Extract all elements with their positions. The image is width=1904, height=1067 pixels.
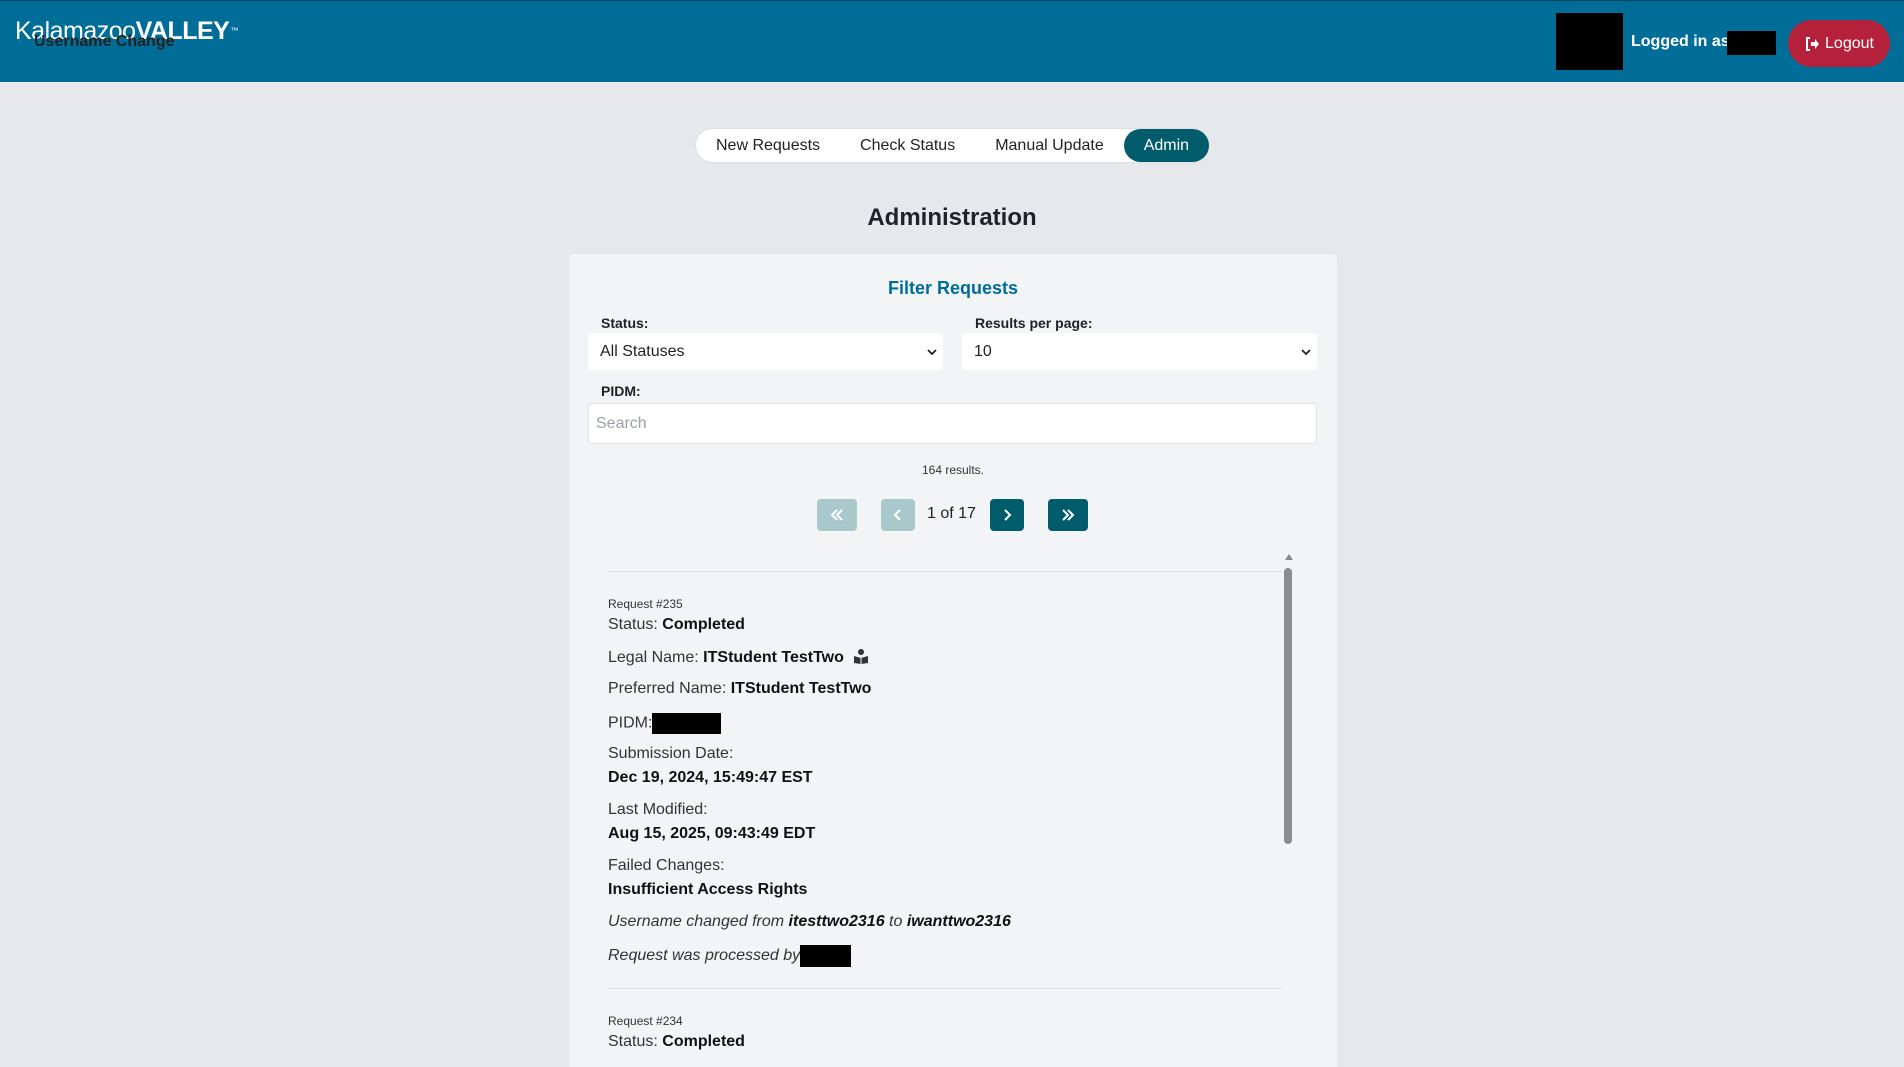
per-page-label: Results per page: — [975, 315, 1093, 331]
double-chevron-right-icon — [1062, 509, 1075, 521]
processed-by-label: Request was processed by — [608, 947, 801, 965]
submission-date: Dec 19, 2024, 15:49:47 EST — [608, 769, 813, 787]
legal-name-label: Legal Name: — [608, 649, 699, 666]
tab-check-status[interactable]: Check Status — [840, 129, 975, 162]
top-header: KalamazooVALLEY™ Username Change Logged … — [0, 0, 1904, 82]
last-modified: Aug 15, 2025, 09:43:49 EDT — [608, 825, 815, 843]
tab-new-requests[interactable]: New Requests — [696, 129, 840, 162]
status-field-label: Status: — [608, 616, 658, 633]
preferred-name-value: ITStudent TestTwo — [730, 680, 872, 697]
request-pidm: PIDM: — [608, 713, 722, 734]
chevron-down-icon — [927, 349, 937, 356]
last-modified-value: Aug 15, 2025, 09:43:49 EDT — [608, 825, 816, 842]
status-select[interactable]: All Statuses — [588, 333, 943, 370]
preferred-name-label: Preferred Name: — [608, 680, 727, 697]
new-username: iwanttwo2316 — [906, 913, 1011, 930]
tab-admin[interactable]: Admin — [1123, 129, 1210, 162]
app-subtitle: Username Change — [34, 33, 175, 50]
tab-manual-update[interactable]: Manual Update — [975, 129, 1124, 162]
list-divider — [608, 988, 1282, 989]
request-status: Status: Completed — [608, 1033, 745, 1051]
logout-button[interactable]: Logout — [1788, 20, 1890, 67]
pidm-label: PIDM: — [601, 383, 641, 399]
username-change-note: Username changed from itesttwo2316 to iw… — [608, 913, 1011, 931]
request-preferred-name: Preferred Name: ITStudent TestTwo — [608, 680, 871, 698]
first-page-button[interactable] — [817, 499, 857, 531]
user-avatar-redacted — [1556, 13, 1623, 70]
list-scrollbar[interactable] — [1284, 568, 1292, 844]
chevron-right-icon — [1004, 509, 1012, 521]
request-number: Request #234 — [608, 1014, 683, 1028]
status-value: Completed — [662, 1033, 745, 1050]
request-legal-name: Legal Name: ITStudent TestTwo — [608, 648, 870, 667]
scroll-up-arrow-icon[interactable] — [1285, 554, 1293, 560]
change-mid: to — [889, 913, 903, 930]
pidm-field-label: PIDM: — [608, 714, 653, 732]
processor-redacted — [800, 945, 852, 967]
filter-title: Filter Requests — [887, 278, 1019, 298]
filter-card: Filter Requests Status: All Statuses Res… — [569, 254, 1337, 1067]
status-select-value: All Statuses — [600, 343, 685, 360]
logout-label: Logout — [1825, 34, 1874, 52]
processed-by-note: Request was processed by — [608, 945, 852, 967]
request-number: Request #235 — [608, 597, 683, 611]
sign-out-icon — [1806, 36, 1820, 51]
page-indicator: 1 of 17 — [927, 505, 976, 522]
old-username: itesttwo2316 — [788, 913, 885, 930]
submission-date-value: Dec 19, 2024, 15:49:47 EST — [608, 769, 813, 786]
status-label: Status: — [601, 315, 649, 331]
status-value: Completed — [662, 616, 745, 633]
previous-page-button[interactable] — [881, 499, 915, 531]
per-page-select[interactable]: 10 — [962, 333, 1317, 370]
failed-changes: Insufficient Access Rights — [608, 881, 807, 899]
username-redacted — [1727, 31, 1776, 55]
double-chevron-left-icon — [830, 509, 843, 521]
change-prefix: Username changed from — [608, 913, 785, 930]
last-page-button[interactable] — [1048, 499, 1088, 531]
request-list: Request #235 Status: Completed Legal Nam… — [608, 571, 1290, 1067]
last-modified-label: Last Modified: — [608, 801, 708, 818]
page-title: Administration — [867, 204, 1037, 231]
status-field-label: Status: — [608, 1033, 658, 1050]
failed-changes-value: Insufficient Access Rights — [608, 881, 808, 898]
submission-date-label: Submission Date: — [608, 745, 734, 762]
failed-changes-label: Failed Changes: — [608, 857, 725, 874]
id-card-icon[interactable] — [852, 648, 870, 664]
per-page-select-value: 10 — [974, 343, 992, 360]
pidm-redacted — [652, 713, 722, 734]
chevron-down-icon — [1301, 349, 1311, 356]
next-page-button[interactable] — [990, 499, 1024, 531]
logged-in-label: Logged in as, — [1631, 33, 1735, 50]
list-divider — [608, 571, 1282, 572]
pidm-search-input[interactable] — [588, 403, 1317, 444]
chevron-left-icon — [893, 509, 901, 521]
main-nav-tabs: New Requests Check Status Manual Update … — [696, 129, 1210, 162]
logo-trademark: ™ — [230, 26, 238, 35]
results-count: 164 results. — [921, 463, 985, 477]
legal-name-value: ITStudent TestTwo — [703, 649, 844, 666]
request-status: Status: Completed — [608, 616, 745, 634]
